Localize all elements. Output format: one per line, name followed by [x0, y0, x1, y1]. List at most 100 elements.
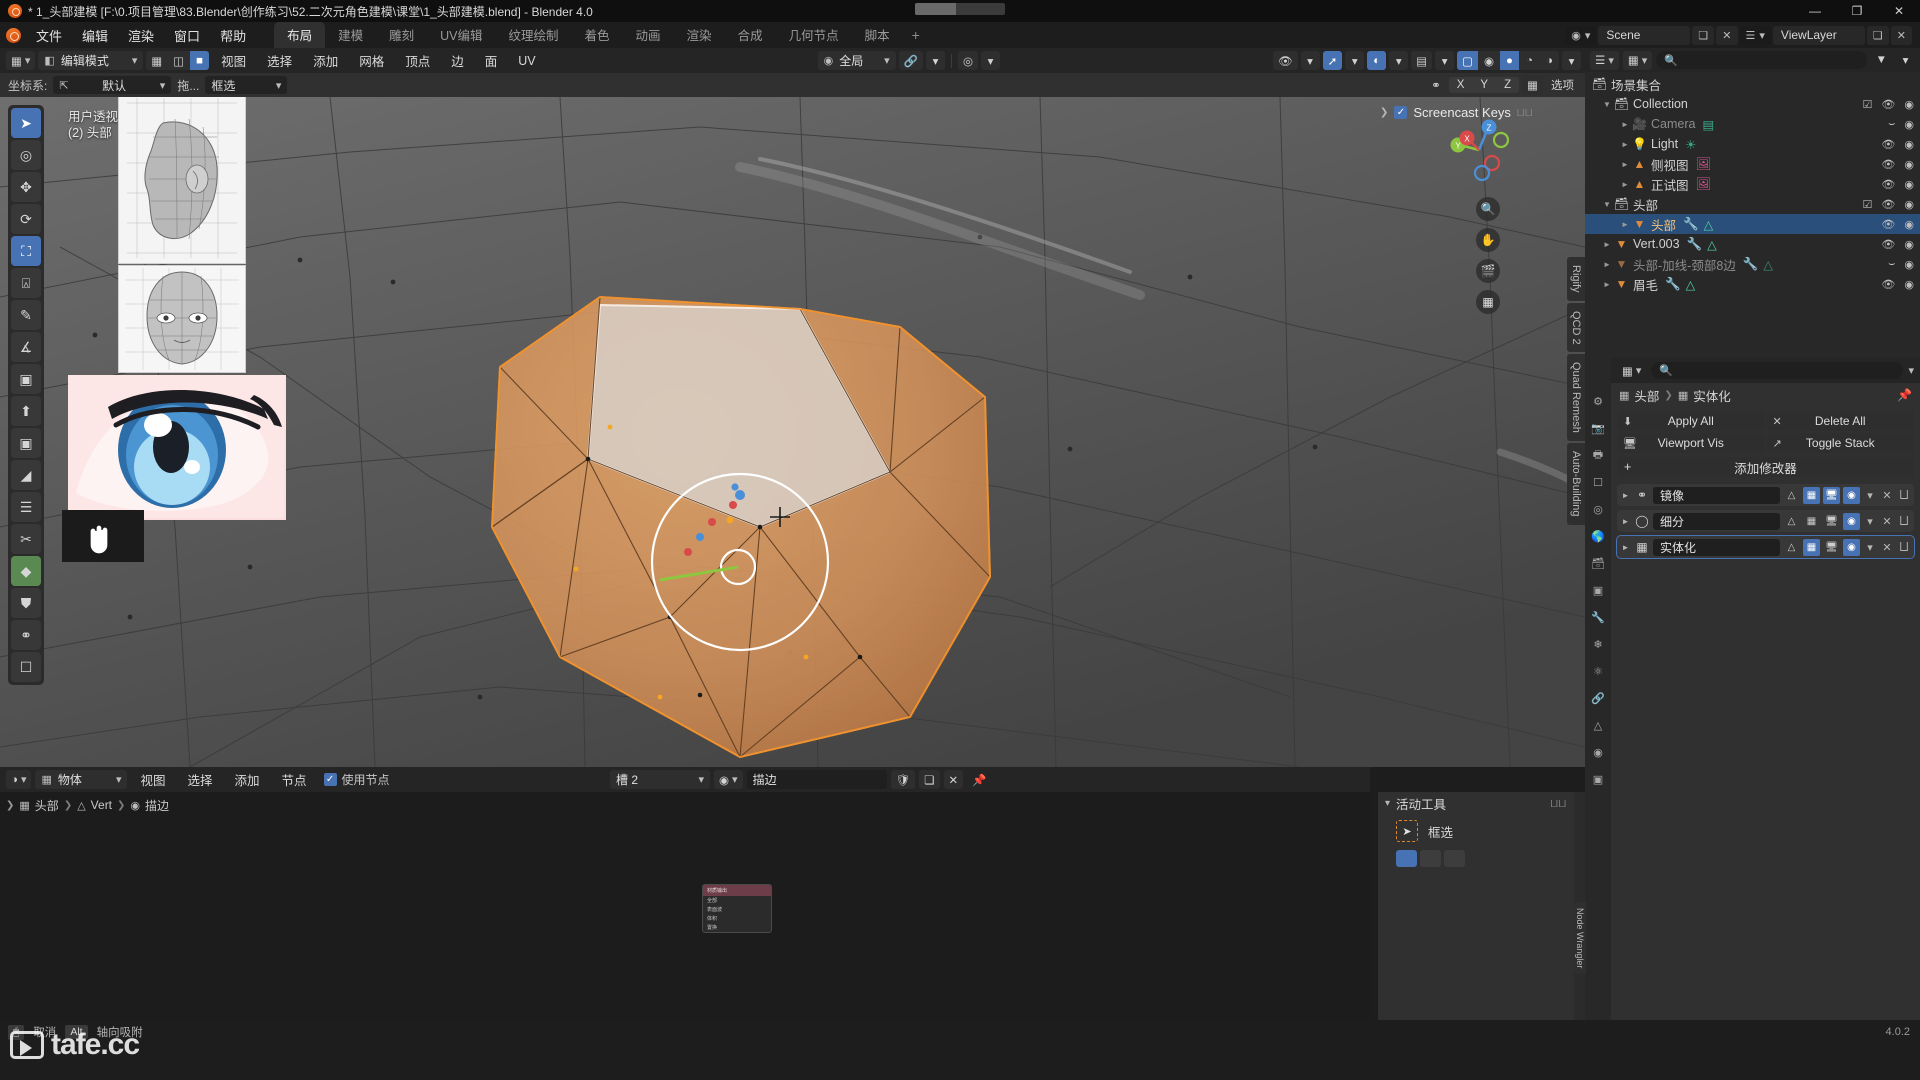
side-tab-node-wrangler[interactable]: Node Wrangler: [1574, 902, 1586, 975]
tab-geometry-nodes[interactable]: 几何节点: [776, 22, 852, 48]
outliner-row-collection[interactable]: ▼ 🗃 Collection ☑ 👁 ◉: [1585, 94, 1920, 114]
toggle-stack-button[interactable]: ↗ Toggle Stack: [1766, 433, 1914, 453]
shader-menu-select[interactable]: 选择: [179, 768, 222, 791]
bevel-tool[interactable]: ◢: [11, 460, 41, 490]
tab-constraint-icon[interactable]: 🔗: [1589, 689, 1607, 707]
row-render-icon[interactable]: ◉: [1904, 138, 1914, 151]
properties-breadcrumb-object[interactable]: 头部: [1634, 386, 1659, 405]
drag-action-dropdown[interactable]: 框选 ▾: [205, 76, 288, 94]
tab-sculpting[interactable]: 雕刻: [376, 22, 427, 48]
show-render-icon[interactable]: ◉: [1843, 512, 1860, 530]
chevron-down-icon[interactable]: ▾: [1385, 798, 1390, 809]
tab-modifier-icon[interactable]: 🔧: [1589, 608, 1607, 626]
unlink-scene-button[interactable]: ✕: [1716, 25, 1738, 45]
outliner-row-light[interactable]: ► 💡 Light ☀ 👁 ◉: [1585, 134, 1920, 154]
show-on-cage-icon[interactable]: △: [1783, 487, 1800, 504]
material-browse-icon[interactable]: ◉ ▾: [714, 770, 743, 789]
show-edit-mode-icon[interactable]: ▦: [1803, 486, 1820, 504]
options-dropdown[interactable]: 选项: [1546, 76, 1579, 95]
mirror-axis-y[interactable]: Y: [1472, 77, 1497, 93]
outliner-row-vert003[interactable]: ► ▼ Vert.003 🔧 △ 👁 ◉: [1585, 234, 1920, 254]
tab-object-icon[interactable]: ▣: [1589, 581, 1607, 599]
new-scene-button[interactable]: ❏: [1692, 25, 1715, 45]
pin-icon[interactable]: 📌: [967, 770, 991, 789]
tab-collection-icon[interactable]: 🗃: [1589, 554, 1607, 572]
tab-scene-icon[interactable]: ◎: [1589, 500, 1607, 518]
viewport-menu-view[interactable]: 视图: [212, 49, 255, 72]
row-render-icon[interactable]: ◉: [1904, 258, 1914, 271]
zoom-icon[interactable]: 🔍: [1476, 197, 1500, 221]
visibility-icon[interactable]: 👁: [1272, 51, 1298, 70]
navigation-gizmo[interactable]: Z Y X: [1448, 119, 1510, 181]
tab-world-icon[interactable]: 🌎: [1589, 527, 1607, 545]
row-eye-icon[interactable]: ⌣: [1888, 258, 1895, 271]
row-render-icon[interactable]: ◉: [1904, 178, 1914, 191]
side-tab-quad-remesh[interactable]: Quad Remesh: [1567, 354, 1585, 442]
modifier-extras-icon[interactable]: ▾: [1863, 489, 1877, 502]
shader-menu-node[interactable]: 节点: [273, 768, 316, 791]
shading-dropdown-icon[interactable]: ▾: [1562, 51, 1581, 70]
tab-layout[interactable]: 布局: [274, 22, 326, 48]
row-render-icon[interactable]: ◉: [1904, 218, 1914, 231]
poly-build-tool[interactable]: ◆: [11, 556, 41, 586]
screencast-keys-panel[interactable]: ❯ ✓ Screencast Keys ⨆⨆: [1380, 105, 1533, 120]
menu-edit[interactable]: 编辑: [72, 23, 118, 48]
modifier-extras-icon[interactable]: ▾: [1863, 541, 1877, 554]
side-tab-auto-building[interactable]: Auto-Building: [1567, 443, 1585, 525]
tab-scripting[interactable]: 脚本: [852, 22, 903, 48]
tweak-tool[interactable]: ➤: [11, 108, 41, 138]
tab-tool-icon[interactable]: ⚙: [1589, 392, 1607, 410]
menu-render[interactable]: 渲染: [118, 23, 164, 48]
mode-selector[interactable]: ◧ 编辑模式 ▾: [38, 51, 144, 70]
gizmo-dropdown-icon[interactable]: ▾: [1345, 51, 1365, 70]
viewport-menu-mesh[interactable]: 网格: [350, 49, 393, 72]
row-render-icon[interactable]: ◉: [1904, 158, 1914, 171]
select-set-mode-icon[interactable]: [1396, 850, 1417, 867]
node-row-0[interactable]: 全部: [703, 896, 771, 905]
active-tool-header[interactable]: ▾ 活动工具 ⨆⨆: [1378, 792, 1574, 814]
camera-view-icon[interactable]: 🎬: [1476, 259, 1500, 283]
modifier-delete-icon[interactable]: ✕: [1880, 515, 1894, 528]
select-subtract-mode-icon[interactable]: [1444, 850, 1465, 867]
shader-type-dropdown[interactable]: ▦ 物体 ▾: [35, 770, 128, 789]
drag-handle-icon[interactable]: ⨆⨆: [1517, 107, 1533, 118]
outliner-row-camera[interactable]: ► 🎥 Camera ▤ ⌣ ◉: [1585, 114, 1920, 134]
properties-options-icon[interactable]: ▾: [1908, 364, 1914, 377]
outliner-editor-type-icon[interactable]: ☰ ▾: [1590, 50, 1619, 70]
transform-orientation-dropdown[interactable]: ⇱ 默认 ▾: [53, 76, 172, 94]
properties-editor-type-icon[interactable]: ▦ ▾: [1617, 361, 1646, 380]
editor-type-icon[interactable]: ▦ ▾: [6, 51, 36, 70]
drag-handle-icon[interactable]: ⨆⨆: [1551, 798, 1567, 809]
overlays-dropdown-icon[interactable]: ▾: [1389, 51, 1409, 70]
properties-breadcrumb-modifier[interactable]: 实体化: [1693, 386, 1731, 405]
pan-icon[interactable]: ✋: [1476, 228, 1500, 252]
breadcrumb-object[interactable]: 头部: [35, 797, 59, 814]
breadcrumb-mesh[interactable]: Vert: [91, 798, 112, 812]
modifier-name-field[interactable]: 细分: [1653, 512, 1780, 530]
proportional-edit-icon[interactable]: ◎: [957, 51, 979, 70]
shader-editor-canvas[interactable]: 材质输出 全部 表面波 体积 置换: [0, 818, 1370, 1020]
row-eye-icon[interactable]: 👁: [1881, 278, 1895, 291]
new-viewlayer-button[interactable]: ❏: [1866, 25, 1889, 45]
shading-wireframe-icon[interactable]: ▢: [1457, 51, 1478, 70]
add-cube-tool[interactable]: ▣: [11, 364, 41, 394]
show-edit-mode-icon[interactable]: ▦: [1803, 538, 1820, 556]
tab-material-icon[interactable]: ◉: [1589, 743, 1607, 761]
scale-tool[interactable]: ⛶: [11, 236, 41, 266]
outliner-filter-dropdown-icon[interactable]: ▾: [1896, 51, 1915, 70]
shading-material-icon[interactable]: ●: [1500, 51, 1519, 70]
tab-render-icon[interactable]: 📷: [1589, 419, 1607, 437]
scene-name-field[interactable]: Scene: [1598, 25, 1691, 45]
row-eye-icon[interactable]: 👁: [1881, 218, 1895, 231]
viewport-3d[interactable]: 用户透视 (2) 头部 ❯ ✓ Screencast Keys ⨆⨆ Z Y X…: [0, 97, 1585, 767]
face-select-mode-icon[interactable]: ■: [190, 51, 210, 70]
tab-particles-icon[interactable]: ❄: [1589, 635, 1607, 653]
viewport-menu-vertex[interactable]: 顶点: [396, 49, 439, 72]
tab-data-icon[interactable]: △: [1589, 716, 1607, 734]
viewport-menu-select[interactable]: 选择: [258, 49, 301, 72]
magnet-icon[interactable]: 🔗: [898, 51, 923, 70]
smooth-tool[interactable]: ⚭: [11, 620, 41, 650]
side-tab-qcd[interactable]: QCD 2: [1567, 302, 1585, 353]
shading-extra-icon[interactable]: ◑: [1540, 51, 1559, 70]
show-on-cage-icon[interactable]: △: [1783, 513, 1800, 530]
